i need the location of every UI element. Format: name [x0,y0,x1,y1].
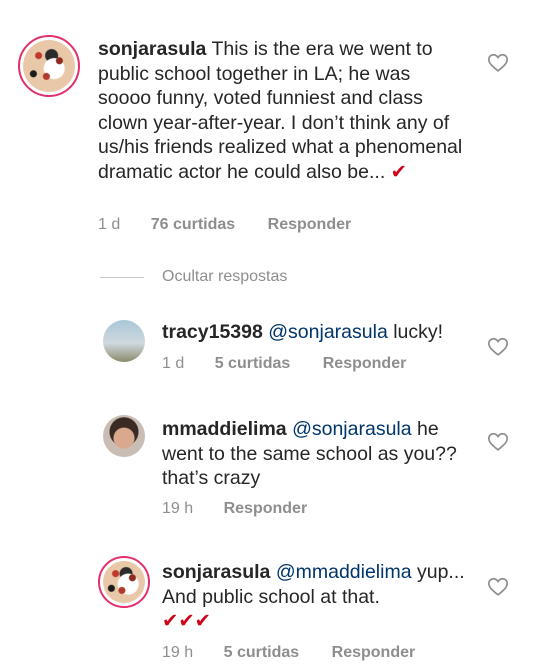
reply: tracy15398 @sonjarasula lucky! 1 d 5 cur… [0,310,540,390]
reply-body: lucky! [387,321,444,343]
mention-link[interactable]: @sonjarasula [268,321,388,343]
timestamp: 19 h [162,644,194,661]
hide-replies-toggle[interactable]: Ocultar respostas [100,263,287,291]
comment-meta: 1 d 76 curtidas Responder [98,216,379,234]
reply-text: mmaddielima @sonjarasula he went to the … [162,417,462,491]
username[interactable]: mmaddielima [162,418,287,440]
avatar[interactable] [18,35,80,97]
checkmark-emoji: ✔ [390,160,408,183]
mention-link[interactable]: @sonjarasula [292,418,412,440]
reply-button[interactable]: Responder [224,500,308,517]
reply-text: sonjarasula @mmaddielima yup... And publ… [162,560,472,634]
mention-link[interactable]: @mmaddielima [276,561,412,583]
username[interactable]: sonjarasula [162,561,270,583]
avatar[interactable] [103,320,145,362]
likes-count[interactable]: 5 curtidas [224,644,300,661]
heart-icon[interactable] [487,576,509,598]
reply-text: tracy15398 @sonjarasula lucky! [162,320,482,345]
divider-line [100,276,144,278]
comment: sonjarasula This is the era we went to p… [0,0,540,250]
likes-count[interactable]: 76 curtidas [151,216,235,233]
reply-meta: 19 h 5 curtidas Responder [162,644,443,662]
avatar[interactable] [103,415,145,457]
reply-button[interactable]: Responder [268,216,352,233]
reply-meta: 19 h Responder [162,500,335,518]
username[interactable]: sonjarasula [98,38,206,60]
timestamp: 1 d [162,355,185,372]
avatar[interactable] [98,556,150,608]
checkmark-emoji: ✔✔✔ [162,610,212,632]
timestamp: 1 d [98,216,121,233]
likes-count[interactable]: 5 curtidas [215,355,291,372]
reply-button[interactable]: Responder [332,644,416,661]
username[interactable]: tracy15398 [162,321,263,343]
hide-replies-label: Ocultar respostas [162,268,288,285]
timestamp: 19 h [162,500,194,517]
comment-text: sonjarasula This is the era we went to p… [98,37,468,184]
heart-icon[interactable] [487,52,509,74]
reply-button[interactable]: Responder [323,355,407,372]
reply-meta: 1 d 5 curtidas Responder [162,355,434,373]
reply: sonjarasula @mmaddielima yup... And publ… [0,550,540,670]
heart-icon[interactable] [487,431,509,453]
reply: mmaddielima @sonjarasula he went to the … [0,405,540,525]
heart-icon[interactable] [487,336,509,358]
